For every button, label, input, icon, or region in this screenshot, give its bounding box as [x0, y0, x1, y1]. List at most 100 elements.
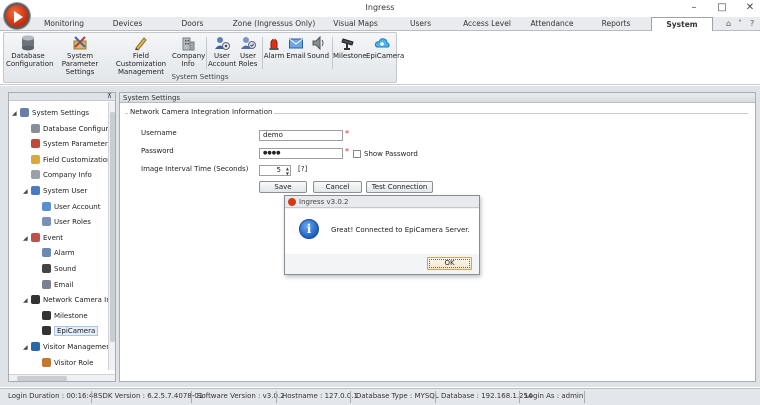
expand-arrow-icon[interactable]: ◢	[12, 107, 20, 121]
email-button[interactable]: Email	[285, 35, 307, 60]
home-icon[interactable]: ⌂	[726, 19, 731, 28]
user-account-button[interactable]: User Account	[208, 35, 236, 68]
test-connection-button[interactable]: Test Connection	[366, 181, 433, 193]
tree-item[interactable]: Milestone	[34, 309, 88, 323]
tree-item-label: System Settings	[32, 109, 90, 117]
minimize-button[interactable]: –	[688, 2, 700, 13]
pin-icon[interactable]: ⊼	[107, 93, 112, 100]
field-customization-management-button[interactable]: Field Customization Management	[110, 35, 172, 76]
tree-item[interactable]: ◢ Event	[23, 231, 63, 245]
ok-button[interactable]: OK	[427, 257, 472, 270]
status-login-as: Login As : admin	[525, 392, 584, 400]
dialog-message: Great! Connected to EpiCamera Server.	[331, 226, 470, 234]
tree-item[interactable]: ◢ Visitor Management	[23, 340, 113, 354]
system-parameter-settings-button[interactable]: System Parameter Settings	[52, 35, 108, 76]
alarm-button[interactable]: Alarm	[263, 35, 285, 60]
tree-item[interactable]: Alarm	[34, 246, 75, 260]
tree-item-label: Visitor Role	[54, 358, 94, 367]
tree-item[interactable]: System Parameter Se	[23, 137, 115, 151]
tab-zone[interactable]: Zone (Ingressus Only)	[230, 17, 318, 31]
expand-arrow-icon[interactable]: ◢	[23, 185, 31, 199]
navigation-tree-panel: ⊼ ◢ System Settings Database Configurat Sys…	[8, 92, 116, 382]
interval-help-icon[interactable]: [?]	[298, 165, 307, 173]
tree-node-icon	[31, 295, 40, 305]
username-input[interactable]: demo	[259, 130, 343, 141]
tree-item-label: Alarm	[54, 249, 75, 258]
tree-item[interactable]: Company Info	[23, 168, 92, 182]
sound-button[interactable]: Sound	[307, 35, 329, 60]
tab-reports[interactable]: Reports	[590, 17, 642, 31]
tree-item[interactable]: ◢ System Settings	[12, 106, 89, 120]
tree-node-icon	[31, 139, 40, 149]
tree-item[interactable]: EpiCamera	[34, 324, 99, 338]
user-roles-icon	[240, 35, 256, 51]
ribbon: Database Configuration System Parameter …	[0, 31, 760, 85]
tree-vertical-scrollbar[interactable]	[108, 102, 115, 370]
expand-arrow-icon[interactable]: ◢	[23, 294, 31, 308]
settings-icon	[72, 35, 88, 51]
tree-item[interactable]: Sound	[34, 262, 76, 276]
tab-doors[interactable]: Doors	[165, 17, 220, 31]
info-icon: i	[299, 219, 319, 239]
close-button[interactable]: ✕	[744, 2, 756, 13]
expand-arrow-icon[interactable]: ◢	[23, 341, 31, 355]
tree-item-label: Company Info	[43, 171, 92, 180]
building-icon	[180, 35, 196, 51]
maximize-button[interactable]: □	[716, 2, 728, 13]
password-label: Password	[141, 147, 174, 155]
tab-users[interactable]: Users	[393, 17, 448, 31]
tree-node-icon	[20, 108, 29, 117]
user-roles-button[interactable]: User Roles	[236, 35, 260, 68]
show-password-checkbox[interactable]	[353, 150, 361, 158]
interval-spinner[interactable]: 5 ▲ ▼	[259, 165, 291, 176]
app-logo-small-icon	[288, 198, 296, 206]
tree-item[interactable]: Visitor Role	[34, 356, 93, 370]
tab-visual-maps[interactable]: Visual Maps	[328, 17, 383, 31]
database-configuration-button[interactable]: Database Configuration	[6, 35, 53, 68]
tab-system-settings[interactable]: System Settings	[651, 17, 713, 42]
epicamera-button[interactable]: EpiCamera	[366, 35, 404, 60]
dialog-title: Ingress v3.0.2	[299, 198, 349, 206]
tree-item[interactable]: Database Configurat	[23, 122, 115, 136]
tab-attendance[interactable]: Attendance	[524, 17, 580, 31]
tree-node-icon	[42, 248, 51, 258]
app-logo-icon[interactable]	[4, 3, 30, 29]
help-icon[interactable]: ?	[750, 19, 754, 28]
tree-item[interactable]: User Roles	[34, 215, 91, 229]
username-required-mark: *	[345, 129, 349, 138]
tree-item[interactable]: Field Customization I	[23, 153, 115, 167]
pencil-icon	[133, 35, 149, 51]
tab-devices[interactable]: Devices	[100, 17, 155, 31]
database-icon	[20, 35, 36, 51]
tree-node-icon	[42, 264, 51, 273]
tree-horizontal-scrollbar[interactable]	[9, 374, 115, 381]
interval-label: Image Interval Time (Seconds)	[141, 165, 249, 173]
dialog-body: i Great! Connected to EpiCamera Server.	[285, 209, 479, 254]
tree-item[interactable]: ◢ Network Camera Inte	[23, 293, 115, 308]
save-button[interactable]: Save	[259, 181, 307, 193]
milestone-button[interactable]: Milestone	[333, 35, 367, 60]
expand-arrow-icon[interactable]: ◢	[23, 232, 31, 246]
tree-item[interactable]: User Account	[34, 200, 100, 214]
spinner-arrows-icon[interactable]: ▲ ▼	[286, 166, 289, 176]
tab-monitoring[interactable]: Monitoring	[35, 17, 93, 31]
tree-item-label: Visitor Management	[43, 343, 114, 351]
company-info-button[interactable]: Company Info	[172, 35, 205, 68]
email-icon	[288, 35, 304, 51]
cancel-button[interactable]: Cancel	[313, 181, 362, 193]
camera-icon	[341, 35, 357, 51]
tree-node-icon	[42, 326, 51, 336]
status-software-version: Software Version : v3.0.2	[197, 392, 285, 400]
tree-node-icon	[31, 186, 40, 195]
tree-item[interactable]: Email	[34, 278, 73, 292]
password-input[interactable]: ●●●●	[259, 148, 343, 159]
tree-item[interactable]: ◢ System User	[23, 184, 87, 198]
dialog-title-bar: Ingress v3.0.2	[285, 196, 479, 208]
title-bar: Ingress – □ ✕	[0, 0, 760, 17]
chevron-up-icon[interactable]: ˄	[738, 19, 742, 28]
tree-node-icon	[31, 123, 40, 133]
menu-bar: Monitoring Devices Doors Zone (Ingressus…	[0, 17, 760, 42]
tree-item-label: Sound	[54, 265, 77, 273]
tree-node-icon	[31, 342, 40, 351]
tab-access-level[interactable]: Access Level	[458, 17, 516, 31]
